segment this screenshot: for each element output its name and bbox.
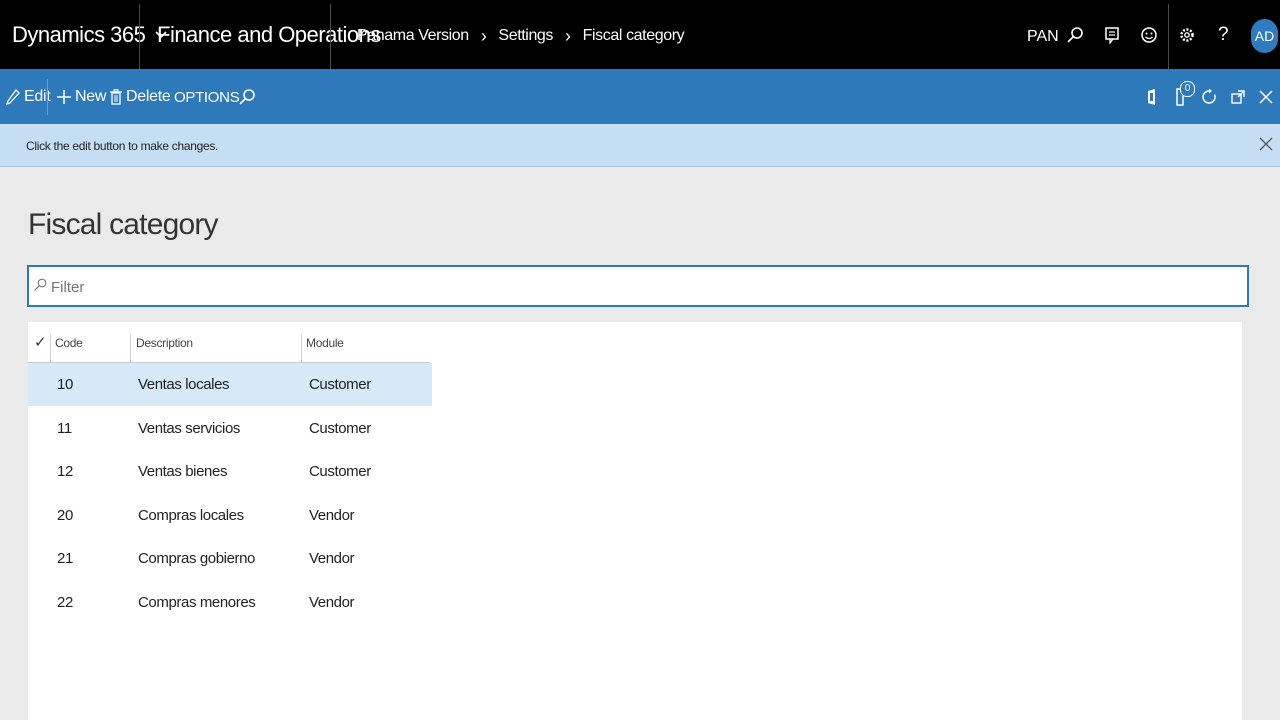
feedback-smiley-icon[interactable] — [1140, 26, 1158, 44]
cell-module: Customer — [309, 376, 371, 393]
settings-gear-icon[interactable] — [1178, 26, 1196, 44]
filter-input[interactable] — [49, 273, 1233, 301]
cell-description: Compras locales — [138, 507, 244, 524]
breadcrumb-item[interactable]: Panama Version — [357, 27, 469, 45]
cell-module: Vendor — [309, 507, 355, 524]
options-label: OPTIONS — [174, 89, 240, 106]
table-row[interactable]: 21 Compras gobierno Vendor — [28, 537, 432, 580]
column-divider — [301, 334, 302, 362]
action-pane: Edit New Delete OPTIONS 0 — [0, 69, 1280, 124]
refresh-icon[interactable] — [1200, 88, 1218, 106]
plus-icon — [57, 90, 71, 104]
grid-header: ✓ Code Description Module — [28, 322, 430, 363]
new-label: New — [75, 88, 107, 105]
cell-description: Compras menores — [138, 594, 256, 611]
message-text: Click the edit button to make changes. — [26, 139, 219, 153]
delete-button[interactable]: Delete — [110, 88, 171, 106]
table-row[interactable]: 10 Ventas locales Customer — [28, 363, 432, 406]
notifications-button[interactable]: 0 — [1175, 81, 1195, 107]
column-header-description[interactable]: Description — [136, 336, 193, 350]
cell-code: 10 — [57, 376, 73, 393]
options-button[interactable]: OPTIONS — [174, 89, 240, 106]
cell-code: 20 — [57, 507, 73, 524]
table-row[interactable]: 20 Compras locales Vendor — [28, 494, 432, 537]
cell-code: 21 — [57, 550, 73, 567]
top-navigation-bar: Dynamics 365 Finance and Operations Pana… — [0, 0, 1280, 69]
breadcrumb: Panama Version › Settings › Fiscal categ… — [357, 26, 685, 46]
product-switcher[interactable]: Dynamics 365 — [12, 22, 167, 48]
cell-code: 12 — [57, 463, 73, 480]
page-title: Fiscal category — [28, 208, 219, 241]
cell-code: 22 — [57, 594, 73, 611]
breadcrumb-item-current[interactable]: Fiscal category — [583, 27, 685, 45]
company-picker[interactable]: PAN — [1027, 28, 1059, 46]
notification-count-badge: 0 — [1180, 81, 1195, 97]
chevron-right-icon: › — [565, 26, 571, 46]
delete-label: Delete — [126, 88, 171, 105]
table-row[interactable]: 22 Compras menores Vendor — [28, 581, 432, 624]
avatar[interactable]: AD — [1251, 19, 1278, 53]
cell-description: Compras gobierno — [138, 550, 255, 567]
message-bar: Click the edit button to make changes. — [0, 124, 1280, 167]
messages-icon[interactable] — [1103, 26, 1121, 44]
new-button[interactable]: New — [57, 88, 106, 106]
fiscal-category-grid: ✓ Code Description Module 10 Ventas loca… — [28, 322, 1242, 720]
cell-module: Vendor — [309, 594, 355, 611]
cell-description: Ventas servicios — [138, 420, 240, 437]
chevron-right-icon: › — [480, 26, 487, 46]
nav-divider — [330, 4, 331, 69]
cell-description: Ventas locales — [138, 376, 230, 393]
product-name: Dynamics 365 — [12, 22, 146, 47]
trash-icon — [110, 89, 122, 105]
help-icon[interactable]: ? — [1218, 24, 1236, 45]
open-new-window-icon[interactable] — [1229, 88, 1247, 106]
close-icon[interactable] — [1258, 136, 1274, 152]
office-icon[interactable] — [1143, 88, 1161, 106]
search-icon[interactable] — [1066, 26, 1084, 44]
cell-description: Ventas bienes — [138, 463, 228, 480]
cell-module: Customer — [309, 420, 371, 437]
filter-box — [27, 265, 1249, 307]
nav-divider — [1168, 4, 1169, 69]
table-row[interactable]: 11 Ventas servicios Customer — [28, 407, 432, 450]
edit-button[interactable]: Edit — [6, 88, 51, 106]
action-divider — [47, 79, 48, 115]
breadcrumb-item[interactable]: Settings — [498, 27, 553, 45]
app-name[interactable]: Finance and Operations — [157, 22, 381, 48]
column-divider — [130, 334, 131, 362]
close-icon[interactable] — [1257, 88, 1275, 106]
select-all-checkmark-icon[interactable]: ✓ — [34, 333, 47, 351]
cell-module: Customer — [309, 463, 371, 480]
cell-module: Vendor — [309, 550, 355, 567]
search-icon[interactable] — [238, 88, 256, 106]
nav-divider — [139, 4, 140, 69]
cell-code: 11 — [57, 420, 72, 437]
table-row[interactable]: 12 Ventas bienes Customer — [28, 450, 432, 493]
pencil-icon — [6, 89, 20, 105]
column-header-code[interactable]: Code — [55, 336, 83, 350]
search-icon — [34, 278, 47, 291]
column-divider — [50, 334, 51, 362]
column-header-module[interactable]: Module — [306, 336, 344, 350]
